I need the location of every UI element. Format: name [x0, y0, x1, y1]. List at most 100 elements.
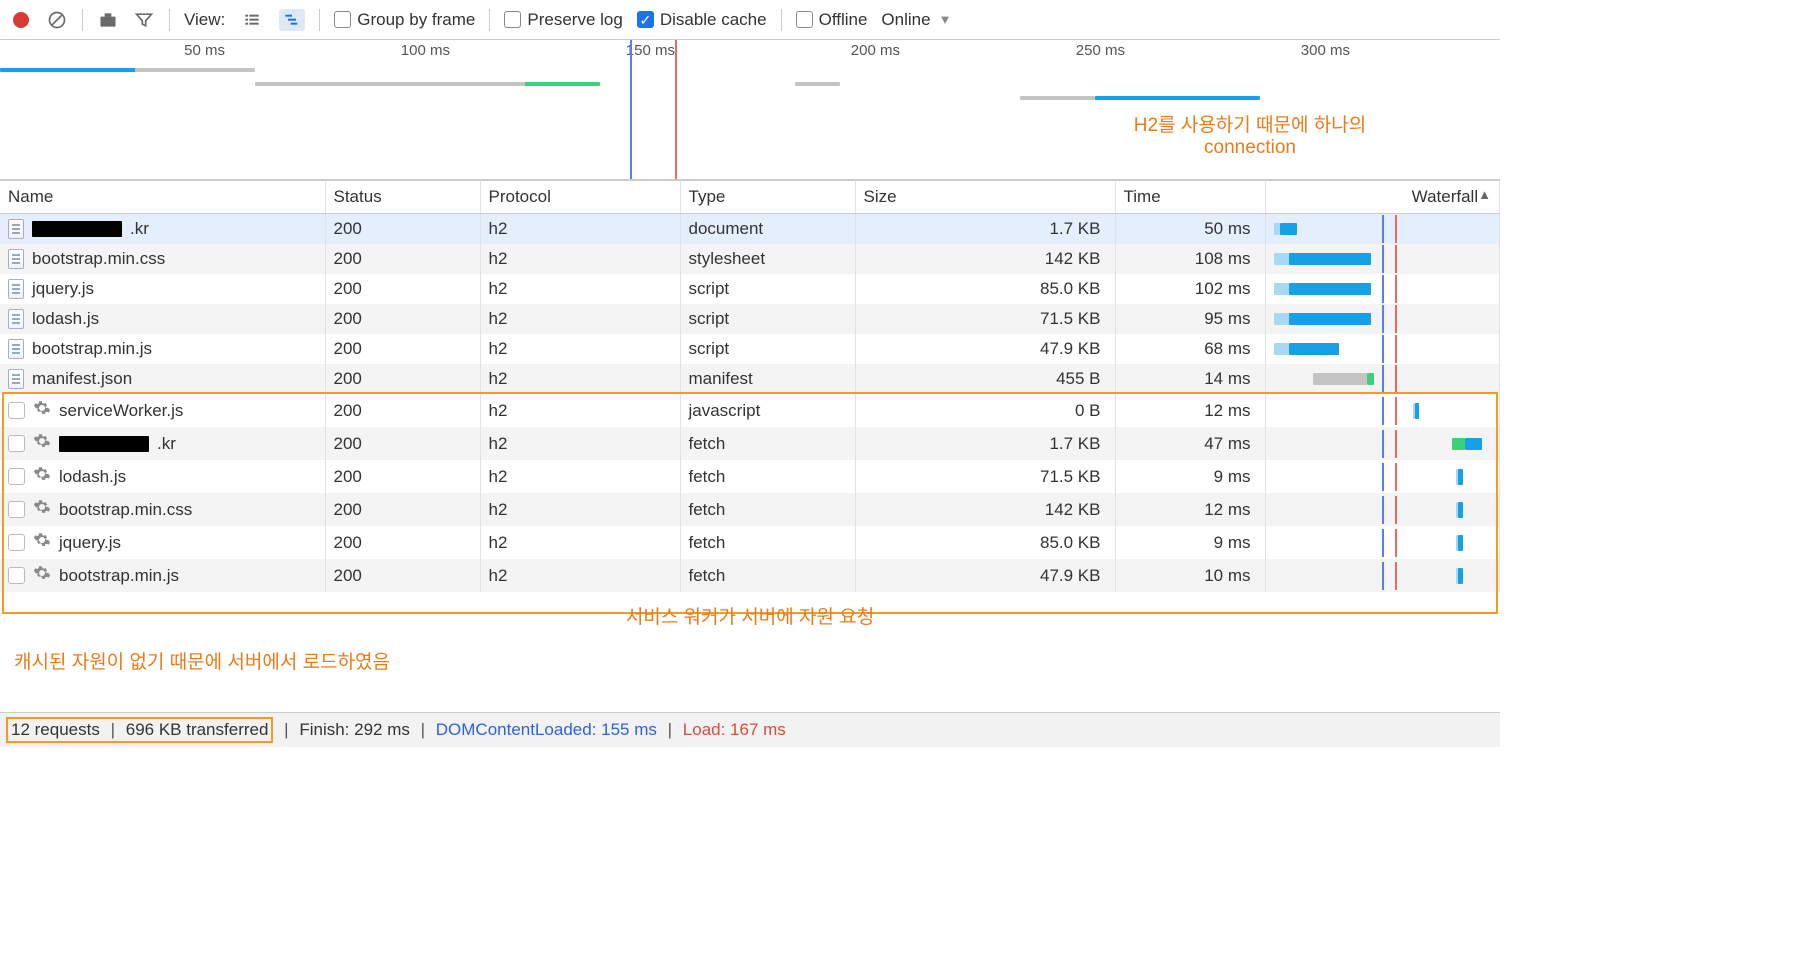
disable-cache-label: Disable cache [660, 10, 767, 30]
view-list-button[interactable] [239, 9, 265, 31]
capture-screenshots-button[interactable] [97, 9, 119, 31]
file-name: .kr [130, 219, 149, 239]
dcl-marker [630, 40, 632, 179]
cell-type: script [680, 304, 855, 334]
col-size[interactable]: Size [855, 181, 1115, 214]
cell-type: script [680, 334, 855, 364]
preserve-log-checkbox[interactable]: Preserve log [504, 10, 622, 30]
gear-icon [33, 465, 51, 488]
separator-icon [169, 9, 170, 31]
cell-protocol: h2 [480, 394, 680, 427]
annotation-h2: H2를 사용하기 때문에 하나의 connection [1090, 110, 1410, 159]
cell-protocol: h2 [480, 460, 680, 493]
view-label: View: [184, 10, 225, 30]
cell-type: manifest [680, 364, 855, 394]
timeline-overview[interactable]: 50 ms100 ms150 ms200 ms250 ms300 ms H2를 … [0, 40, 1500, 180]
table-row[interactable]: manifest.json200h2manifest455 B14 ms [0, 364, 1500, 394]
filter-button[interactable] [133, 9, 155, 31]
table-row[interactable]: jquery.js200h2fetch85.0 KB9 ms [0, 526, 1500, 559]
load-marker [675, 40, 677, 179]
cell-protocol: h2 [480, 493, 680, 526]
clear-button[interactable] [46, 9, 68, 31]
col-type[interactable]: Type [680, 181, 855, 214]
ruler-tick: 250 ms [1076, 42, 1125, 59]
separator-icon [489, 9, 490, 31]
document-icon [8, 309, 24, 329]
cell-waterfall [1265, 274, 1500, 304]
file-name: jquery.js [32, 279, 94, 299]
cell-waterfall [1265, 559, 1500, 592]
col-time[interactable]: Time [1115, 181, 1265, 214]
cell-type: fetch [680, 526, 855, 559]
preserve-log-label: Preserve log [527, 10, 622, 30]
cell-size: 47.9 KB [855, 334, 1115, 364]
cell-protocol: h2 [480, 304, 680, 334]
cell-waterfall [1265, 214, 1500, 245]
table-row[interactable]: .kr200h2document1.7 KB50 ms [0, 214, 1500, 245]
cell-status: 200 [325, 526, 480, 559]
file-name: bootstrap.min.css [32, 249, 165, 269]
table-row[interactable]: jquery.js200h2script85.0 KB102 ms [0, 274, 1500, 304]
cell-time: 10 ms [1115, 559, 1265, 592]
file-name: manifest.json [32, 369, 132, 389]
group-by-frame-label: Group by frame [357, 10, 475, 30]
timeline-lane [0, 78, 1500, 90]
file-name: bootstrap.min.css [59, 500, 192, 520]
ruler-tick: 300 ms [1301, 42, 1350, 59]
status-requests: 12 requests [11, 720, 100, 739]
status-transferred: 696 KB transferred [126, 720, 269, 739]
cell-protocol: h2 [480, 214, 680, 245]
annotation-sw-request: 서비스 워커가 서버에 자원 요청 [626, 602, 874, 629]
cell-time: 102 ms [1115, 274, 1265, 304]
network-toolbar: View: Group by frame Preserve log Disabl… [0, 0, 1500, 40]
cell-size: 142 KB [855, 244, 1115, 274]
network-table: Name Status Protocol Type Size Time Wate… [0, 180, 1500, 592]
cell-protocol: h2 [480, 274, 680, 304]
table-row[interactable]: bootstrap.min.css200h2fetch142 KB12 ms [0, 493, 1500, 526]
cell-time: 47 ms [1115, 427, 1265, 460]
offline-checkbox[interactable]: Offline [796, 10, 868, 30]
cell-time: 95 ms [1115, 304, 1265, 334]
chevron-down-icon: ▼ [939, 12, 952, 27]
cell-status: 200 [325, 394, 480, 427]
group-by-frame-checkbox[interactable]: Group by frame [334, 10, 475, 30]
cell-status: 200 [325, 460, 480, 493]
view-waterfall-button[interactable] [279, 9, 305, 31]
cell-status: 200 [325, 559, 480, 592]
record-button[interactable] [10, 9, 32, 31]
cell-time: 108 ms [1115, 244, 1265, 274]
col-name[interactable]: Name [0, 181, 325, 214]
cell-status: 200 [325, 274, 480, 304]
table-row[interactable]: serviceWorker.js200h2javascript0 B12 ms [0, 394, 1500, 427]
status-dcl: DOMContentLoaded: 155 ms [436, 720, 657, 739]
file-name: lodash.js [59, 467, 126, 487]
disable-cache-checkbox[interactable]: Disable cache [637, 10, 767, 30]
timeline-ruler: 50 ms100 ms150 ms200 ms250 ms300 ms [0, 40, 1500, 62]
cell-protocol: h2 [480, 364, 680, 394]
table-row[interactable]: .kr200h2fetch1.7 KB47 ms [0, 427, 1500, 460]
col-waterfall[interactable]: Waterfall ▲ [1265, 181, 1500, 214]
file-name: .kr [157, 434, 176, 454]
cell-protocol: h2 [480, 559, 680, 592]
cell-protocol: h2 [480, 334, 680, 364]
col-status[interactable]: Status [325, 181, 480, 214]
table-row[interactable]: bootstrap.min.js200h2script47.9 KB68 ms [0, 334, 1500, 364]
cell-size: 71.5 KB [855, 304, 1115, 334]
cell-status: 200 [325, 244, 480, 274]
cell-waterfall [1265, 493, 1500, 526]
cell-status: 200 [325, 493, 480, 526]
annotation-area: 서비스 워커가 서버에 자원 요청 캐시된 자원이 없기 때문에 서버에서 로드… [0, 592, 1500, 712]
cell-size: 47.9 KB [855, 559, 1115, 592]
table-row[interactable]: lodash.js200h2script71.5 KB95 ms [0, 304, 1500, 334]
status-bar: 12 requests | 696 KB transferred | Finis… [0, 712, 1500, 747]
ruler-tick: 150 ms [626, 42, 675, 59]
redacted-text [59, 436, 149, 452]
table-row[interactable]: lodash.js200h2fetch71.5 KB9 ms [0, 460, 1500, 493]
cell-time: 50 ms [1115, 214, 1265, 245]
cell-size: 85.0 KB [855, 274, 1115, 304]
table-row[interactable]: bootstrap.min.css200h2stylesheet142 KB10… [0, 244, 1500, 274]
cell-waterfall [1265, 394, 1500, 427]
table-row[interactable]: bootstrap.min.js200h2fetch47.9 KB10 ms [0, 559, 1500, 592]
throttling-select[interactable]: Online▼ [881, 10, 951, 30]
col-protocol[interactable]: Protocol [480, 181, 680, 214]
